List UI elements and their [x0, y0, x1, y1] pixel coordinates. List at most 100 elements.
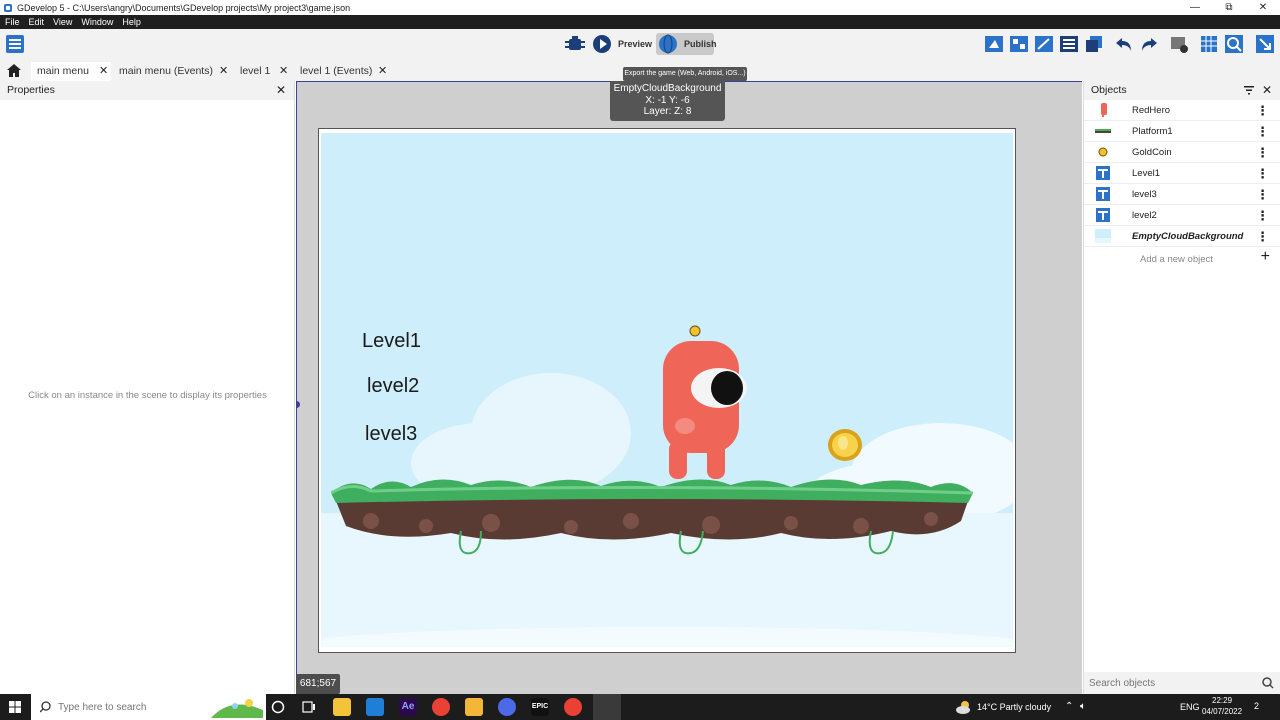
- text-object-icon: [1096, 208, 1110, 222]
- clock-time[interactable]: 22:29: [1212, 696, 1232, 705]
- delete-selection-icon[interactable]: [1169, 34, 1189, 54]
- after-effects-icon[interactable]: Ae: [399, 698, 417, 716]
- object-item-level1[interactable]: Level1 ⋮: [1084, 163, 1280, 184]
- close-window-button[interactable]: ✕: [1246, 0, 1280, 15]
- red-hero-instance[interactable]: [657, 341, 753, 479]
- add-new-object-button[interactable]: Add a new object: [1140, 254, 1213, 265]
- tab-close-level-1-events[interactable]: ✕: [378, 62, 387, 81]
- objects-title: Objects: [1091, 84, 1127, 96]
- tab-level-1[interactable]: level 1: [240, 62, 270, 81]
- tab-level-1-events[interactable]: level 1 (Events): [300, 62, 372, 81]
- objects-header: Objects ✕: [1084, 81, 1280, 100]
- undo-icon[interactable]: [1114, 34, 1134, 54]
- gold-coin-instance[interactable]: [827, 428, 863, 462]
- gold-coin-small-instance[interactable]: [689, 325, 701, 337]
- filter-icon[interactable]: [1244, 86, 1254, 95]
- object-item-level3[interactable]: level3 ⋮: [1084, 184, 1280, 205]
- object-item-goldcoin[interactable]: GoldCoin ⋮: [1084, 142, 1280, 163]
- cloud-background-icon: [1095, 229, 1111, 243]
- language-indicator[interactable]: ENG: [1180, 702, 1200, 712]
- publish-globe-icon[interactable]: [658, 34, 678, 54]
- taskbar-search-box[interactable]: [31, 694, 266, 720]
- restore-button[interactable]: ⧉: [1212, 0, 1246, 15]
- preferences-icon[interactable]: [1255, 34, 1275, 54]
- add-object-plus-icon[interactable]: +: [1261, 248, 1270, 266]
- windows-taskbar: Ae EPIC 14°C Partly cloudy ⌃ 🔈︎ ENG 22:2…: [0, 694, 1280, 720]
- object-menu-button[interactable]: ⋮: [1256, 163, 1269, 184]
- level3-text-instance[interactable]: level3: [365, 423, 417, 446]
- menu-edit[interactable]: Edit: [29, 17, 45, 27]
- menu-view[interactable]: View: [53, 17, 72, 27]
- layers-icon[interactable]: [1084, 34, 1104, 54]
- weather-text[interactable]: 14°C Partly cloudy: [977, 702, 1051, 712]
- project-manager-icon[interactable]: [5, 34, 25, 54]
- scene-editor[interactable]: Level1 level2 level3: [296, 81, 1082, 694]
- object-menu-button[interactable]: ⋮: [1256, 226, 1269, 247]
- object-item-level2[interactable]: level2 ⋮: [1084, 205, 1280, 226]
- object-item-platform1[interactable]: Platform1 ⋮: [1084, 121, 1280, 142]
- object-name: GoldCoin: [1132, 147, 1172, 158]
- redo-icon[interactable]: [1139, 34, 1159, 54]
- tab-close-main-menu[interactable]: ✕: [99, 62, 108, 81]
- object-name: Level1: [1132, 168, 1160, 179]
- clock-date[interactable]: 04/07/2022: [1202, 707, 1242, 716]
- chrome-icon[interactable]: [432, 698, 450, 716]
- instances-list-icon[interactable]: [1059, 34, 1079, 54]
- taskbar-search-input[interactable]: [58, 699, 198, 715]
- level2-text-instance[interactable]: level2: [367, 375, 419, 398]
- debugger-icon[interactable]: [564, 34, 586, 54]
- epic-games-icon[interactable]: EPIC: [531, 698, 549, 716]
- gdevelop-taskbar-icon[interactable]: [593, 694, 621, 720]
- instances-editor-icon[interactable]: [1034, 34, 1054, 54]
- grid-toggle-icon[interactable]: [1199, 34, 1219, 54]
- menu-file[interactable]: File: [5, 17, 20, 27]
- object-menu-button[interactable]: ⋮: [1256, 184, 1269, 205]
- home-icon[interactable]: [7, 64, 21, 77]
- level1-text-instance[interactable]: Level1: [362, 330, 421, 353]
- volume-icon[interactable]: 🔈︎: [1080, 701, 1086, 712]
- menu-window[interactable]: Window: [81, 17, 113, 27]
- chrome-profile-icon[interactable]: [564, 698, 582, 716]
- object-item-emptycloudbackground[interactable]: EmptyCloudBackground ⋮: [1084, 226, 1280, 247]
- taskbar-search-icon: [40, 701, 51, 713]
- search-icon[interactable]: [1262, 677, 1274, 689]
- windows-start-icon[interactable]: [9, 701, 21, 713]
- window-title: GDevelop 5 - C:\Users\angry\Documents\GD…: [17, 2, 351, 13]
- tray-chevron-icon[interactable]: ⌃: [1065, 701, 1073, 712]
- search-objects-input[interactable]: [1089, 675, 1254, 691]
- tab-close-main-menu-events[interactable]: ✕: [219, 62, 228, 81]
- mail-icon[interactable]: [366, 698, 384, 716]
- properties-close-button[interactable]: ✕: [276, 81, 286, 100]
- window-controls: — ⧉ ✕: [1178, 0, 1280, 15]
- object-menu-button[interactable]: ⋮: [1256, 142, 1269, 163]
- discord-icon[interactable]: [498, 698, 516, 716]
- menu-help[interactable]: Help: [122, 17, 141, 27]
- text-object-icon: [1096, 187, 1110, 201]
- preview-button[interactable]: Preview: [618, 39, 652, 49]
- object-groups-icon[interactable]: [1009, 34, 1029, 54]
- empty-cloud-background-instance[interactable]: Level1 level2 level3: [321, 133, 1013, 647]
- publish-label[interactable]: Publish: [684, 39, 717, 49]
- notification-count[interactable]: 2: [1254, 701, 1259, 711]
- object-item-redhero[interactable]: RedHero ⋮: [1084, 100, 1280, 121]
- tab-close-level-1[interactable]: ✕: [279, 62, 288, 81]
- objects-close-button[interactable]: ✕: [1262, 81, 1272, 100]
- tooltip-position: X: -1 Y: -6: [645, 94, 690, 106]
- platform1-instance[interactable]: [331, 471, 973, 561]
- tab-main-menu-events[interactable]: main menu (Events): [119, 62, 213, 81]
- minimize-button[interactable]: —: [1178, 0, 1212, 15]
- object-menu-button[interactable]: ⋮: [1256, 205, 1269, 226]
- selection-handle[interactable]: [296, 401, 300, 408]
- object-menu-button[interactable]: ⋮: [1256, 100, 1269, 121]
- cortana-icon[interactable]: [271, 700, 285, 714]
- object-menu-button[interactable]: ⋮: [1256, 121, 1269, 142]
- open-scene-properties-icon[interactable]: [984, 34, 1004, 54]
- search-highlight-icon: [211, 699, 263, 718]
- tooltip-layer: Layer: Z: 8: [643, 106, 692, 117]
- microsoft-store-icon[interactable]: [333, 698, 351, 716]
- zoom-icon[interactable]: [1224, 34, 1244, 54]
- task-view-icon[interactable]: [302, 700, 316, 714]
- object-name: level2: [1132, 210, 1157, 221]
- file-explorer-icon[interactable]: [465, 698, 483, 716]
- preview-play-icon[interactable]: [592, 34, 612, 54]
